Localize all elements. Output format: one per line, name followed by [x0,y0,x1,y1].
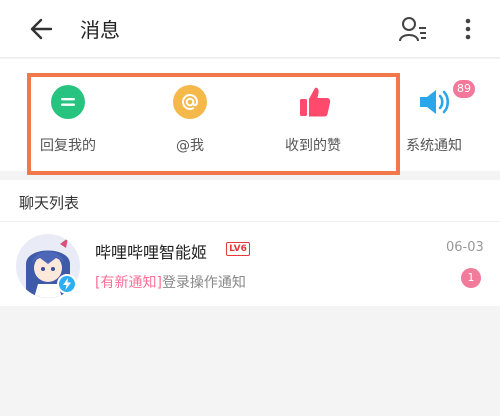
category-likes[interactable]: 收到的赞 [265,59,365,171]
chat-date: 06-03 [446,240,484,255]
category-system-notices[interactable]: 系统通知 [400,59,500,171]
reply-icon [51,85,85,119]
unread-count-badge: 1 [461,268,481,288]
at-icon [173,85,207,119]
chat-list-item[interactable]: 哔哩哔哩智能姬 LV6 [有新通知]登录操作通知 06-03 1 [0,222,500,306]
category-mentions[interactable]: @我 [143,59,243,171]
more-options-button[interactable] [455,11,481,47]
notification-count-badge: 89 [453,80,475,98]
more-vertical-icon [465,18,471,40]
empty-area [0,306,500,416]
speaker-icon [418,85,452,119]
chat-list-header: 聊天列表 [0,180,500,222]
back-button[interactable] [24,12,58,46]
new-notice-tag: [有新通知] [95,275,162,291]
arrow-left-icon [30,18,53,40]
contacts-button[interactable] [395,11,431,47]
category-label: 回复我的 [40,138,96,154]
message-categories: 回复我的 @我 收到的赞 系统通知 [0,59,500,171]
lightning-icon [57,274,77,294]
header-bar: 消息 [0,0,500,58]
category-label: 系统通知 [406,138,462,154]
category-label: @我 [176,138,204,154]
level-badge: LV6 [226,242,250,256]
category-label: 收到的赞 [285,138,341,154]
section-title: 聊天列表 [19,194,80,212]
page-title: 消息 [80,18,120,42]
category-replies[interactable]: 回复我的 [18,59,118,171]
chat-preview: [有新通知]登录操作通知 [95,272,246,292]
chat-name: 哔哩哔哩智能姬 [95,243,208,262]
user-list-icon [399,17,426,42]
message-preview: 登录操作通知 [161,275,246,291]
thumbs-up-icon [297,83,333,121]
